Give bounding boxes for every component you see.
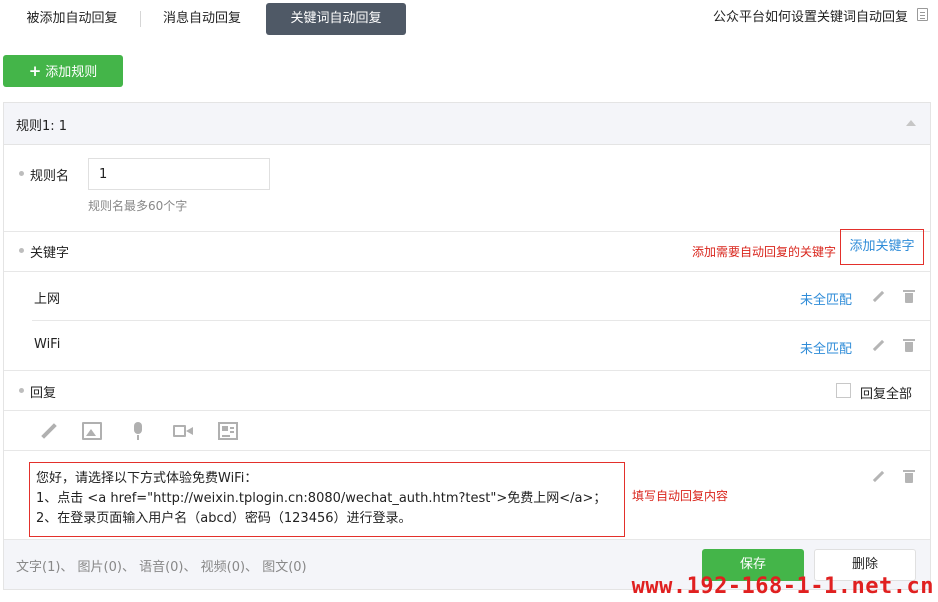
image-icon[interactable]: [82, 422, 102, 440]
divider: [32, 320, 930, 321]
rule-name-label: 规则名: [30, 169, 70, 184]
rule-name-input[interactable]: [88, 158, 270, 190]
reply-all-checkbox[interactable]: [836, 383, 851, 398]
document-icon[interactable]: [917, 8, 928, 21]
divider: [4, 370, 930, 371]
keyword-label: 关键字: [30, 246, 70, 261]
bullet-icon: [19, 171, 24, 176]
bullet-icon: [19, 388, 24, 393]
tab-divider: [140, 11, 141, 27]
add-rule-button[interactable]: + 添加规则: [3, 55, 123, 87]
reply-line: 1、点击 <a href="http://weixin.tplogin.cn:8…: [36, 491, 607, 506]
bullet-icon: [19, 248, 24, 253]
edit-icon[interactable]: [870, 469, 886, 485]
pencil-icon[interactable]: [39, 422, 59, 440]
microphone-icon[interactable]: [128, 422, 148, 440]
match-mode-link[interactable]: 未全匹配: [800, 338, 852, 357]
video-icon[interactable]: [173, 422, 193, 440]
trash-icon[interactable]: [902, 469, 918, 485]
add-keyword-link[interactable]: 添加关键字: [840, 229, 924, 265]
reply-line: 2、在登录页面输入用户名（abcd）密码（123456）进行登录。: [36, 511, 412, 526]
tab-message-reply[interactable]: 消息自动回复: [146, 3, 258, 35]
help-link[interactable]: 公众平台如何设置关键词自动回复: [713, 6, 908, 25]
reply-annotation: 填写自动回复内容: [632, 489, 729, 503]
reply-counts: 文字(1)、 图片(0)、 语音(0)、 视频(0)、 图文(0): [16, 560, 307, 575]
divider: [4, 231, 930, 232]
keyword-text: 上网: [34, 292, 61, 307]
tab-follow-reply[interactable]: 被添加自动回复: [8, 3, 136, 35]
reply-line: 您好，请选择以下方式体验免费WiFi：: [36, 471, 258, 486]
divider: [4, 450, 930, 451]
reply-label: 回复: [30, 386, 57, 401]
divider: [4, 410, 930, 411]
rule-title: 规则1: 1: [16, 119, 68, 134]
trash-icon[interactable]: [902, 338, 918, 354]
edit-icon[interactable]: [870, 338, 886, 354]
collapse-icon[interactable]: [906, 120, 916, 126]
divider: [4, 271, 930, 272]
plus-icon: +: [28, 62, 42, 80]
reply-all-label[interactable]: 回复全部: [860, 383, 912, 402]
edit-icon[interactable]: [870, 289, 886, 305]
match-mode-link[interactable]: 未全匹配: [800, 289, 852, 308]
reply-content-box[interactable]: 您好，请选择以下方式体验免费WiFi： 1、点击 <a href="http:/…: [29, 462, 625, 537]
trash-icon[interactable]: [902, 289, 918, 305]
watermark: www.192-168-1-1.net.cn: [631, 574, 934, 599]
keyword-text: WiFi: [34, 337, 61, 352]
rule-header[interactable]: 规则1: 1: [4, 103, 930, 145]
rule-panel: 规则1: 1 规则名 规则名最多60个字 关键字 添加需要自动回复的关键字 添加…: [3, 102, 931, 590]
news-icon[interactable]: [218, 422, 238, 440]
keyword-annotation: 添加需要自动回复的关键字: [692, 245, 837, 259]
tab-keyword-reply[interactable]: 关键词自动回复: [266, 3, 406, 35]
reply-tabs: 被添加自动回复 消息自动回复 关键词自动回复 公众平台如何设置关键词自动回复: [0, 0, 938, 40]
add-rule-label: 添加规则: [45, 65, 98, 80]
rule-name-tip: 规则名最多60个字: [88, 199, 188, 213]
